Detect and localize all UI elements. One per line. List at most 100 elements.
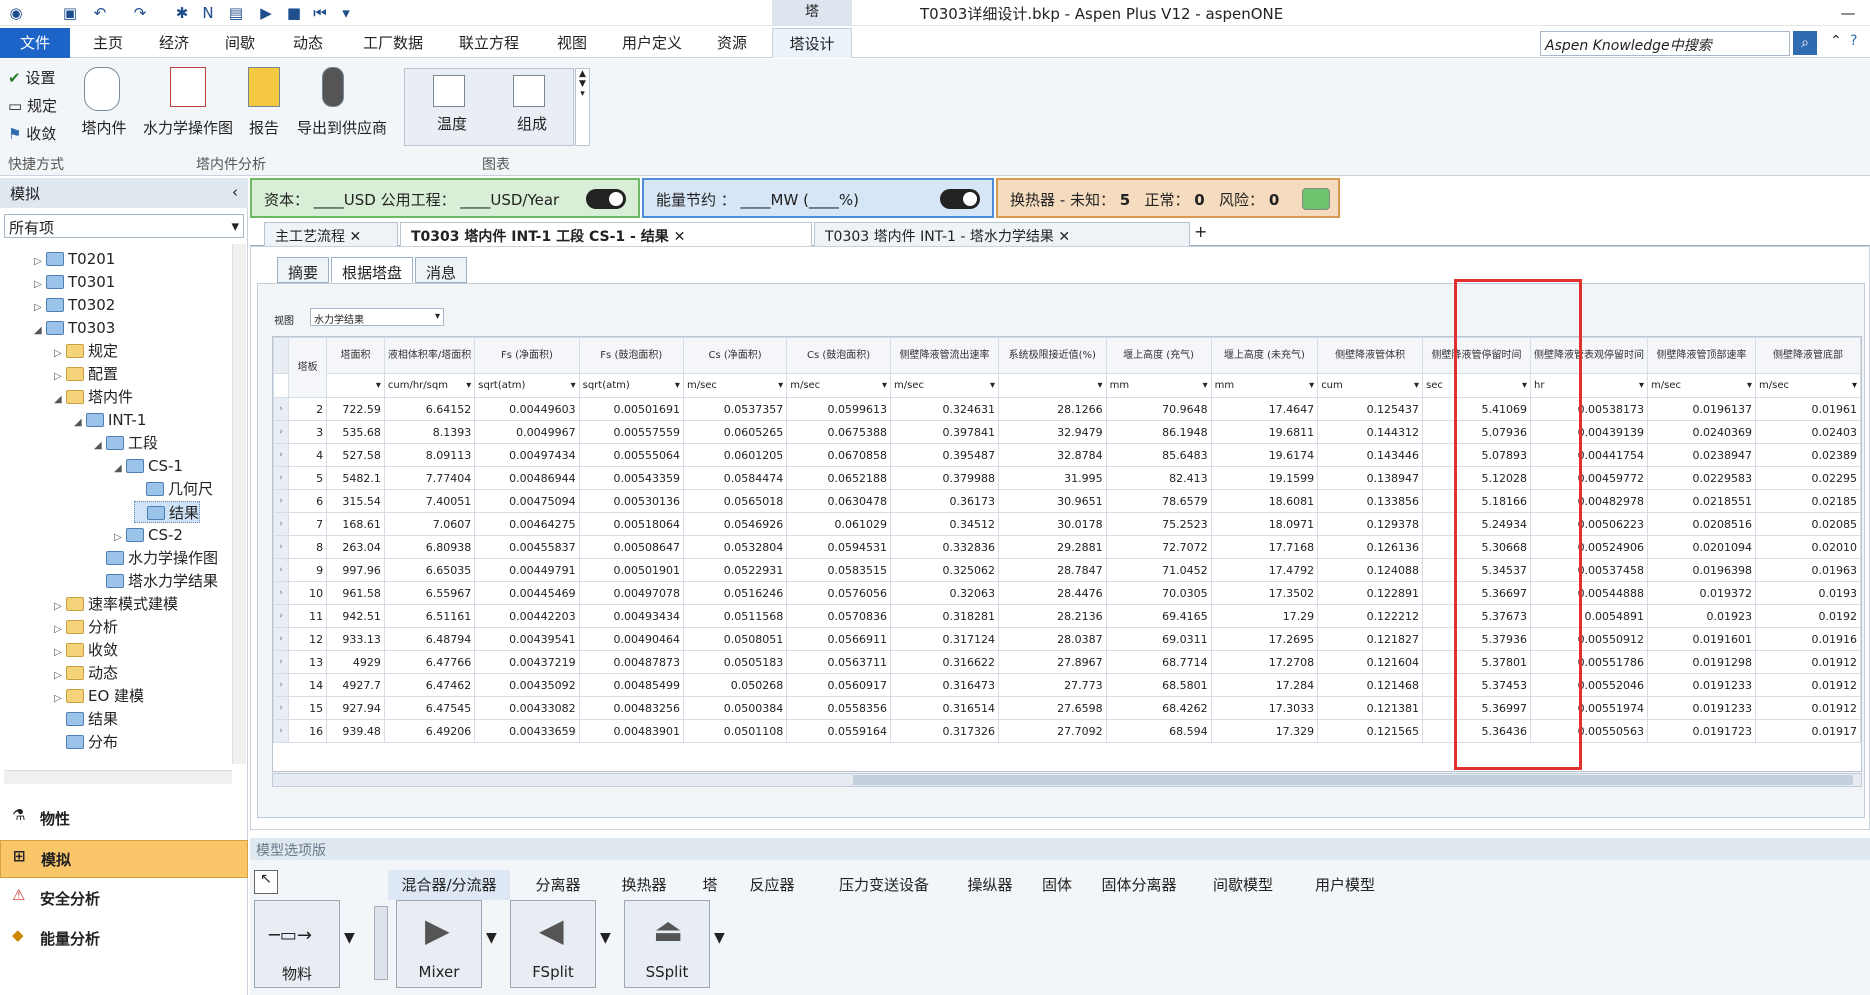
run-icon[interactable]: ▶: [256, 3, 276, 23]
tree-node[interactable]: 结果: [134, 501, 201, 523]
tree-node[interactable]: ▷ EO 建模: [54, 685, 144, 707]
subtab-summary[interactable]: 摘要: [277, 257, 329, 283]
internals-button[interactable]: 塔内件: [80, 65, 128, 147]
composition-plot-button[interactable]: 组成: [497, 73, 567, 143]
menu-file[interactable]: 文件: [0, 28, 70, 58]
nav-energy[interactable]: ◆ 能量分析: [0, 920, 248, 958]
scrollbar-thumb[interactable]: [853, 775, 1853, 785]
expand-toggle-icon[interactable]: ▷: [54, 665, 66, 687]
tab-main-flowsheet[interactable]: 主工艺流程 ✕: [264, 222, 398, 246]
tree-node[interactable]: 分布: [54, 731, 118, 753]
knowledge-search-input[interactable]: Aspen Knowledge中搜索: [1540, 31, 1790, 56]
palette-item-ssplit[interactable]: ⏏ SSplit: [624, 900, 710, 988]
expand-toggle-icon[interactable]: ▷: [34, 251, 46, 273]
converge-button[interactable]: ⚑ 收敛: [8, 123, 56, 144]
expand-toggle-icon[interactable]: ▷: [54, 688, 66, 710]
palette-tab[interactable]: 反应器: [735, 870, 809, 900]
tree-node[interactable]: ▷ T0301: [34, 271, 115, 293]
expand-toggle-icon[interactable]: ▷: [34, 274, 46, 296]
unit-select[interactable]: mm ▾: [1210, 373, 1319, 398]
expand-toggle-icon[interactable]: ▷: [54, 343, 66, 365]
column-header[interactable]: 侧壁降液管体积: [1317, 337, 1424, 374]
row-expand-icon[interactable]: ›: [273, 719, 290, 743]
chevron-down-icon[interactable]: ▼: [344, 930, 355, 946]
column-header[interactable]: Fs (净面积): [474, 337, 580, 374]
economics-toggle[interactable]: [586, 189, 626, 209]
nav-simulation[interactable]: ⊞ 模拟: [0, 840, 248, 878]
unit-select[interactable]: m/sec ▾: [682, 373, 788, 398]
nav-properties[interactable]: ⚗ 物性: [0, 800, 248, 838]
menu-batch[interactable]: 间歇: [212, 28, 268, 58]
expand-toggle-icon[interactable]: ◢: [94, 435, 106, 457]
customize-icon[interactable]: ▾: [336, 3, 356, 23]
tree-node[interactable]: 几何尺: [134, 478, 213, 500]
tree-horizontal-scrollbar[interactable]: [4, 770, 232, 784]
palette-tab[interactable]: 用户模型: [1300, 870, 1390, 900]
expand-toggle-icon[interactable]: ◢: [74, 412, 86, 434]
unit-select[interactable]: ▾: [998, 373, 1107, 398]
column-header[interactable]: 侧壁降液管底部: [1755, 337, 1861, 374]
menu-customize[interactable]: 用户定义: [612, 28, 692, 58]
palette-tab[interactable]: 固体分离器: [1088, 870, 1190, 900]
grid-horizontal-scrollbar[interactable]: [272, 773, 1862, 787]
menu-column-design[interactable]: 塔设计: [772, 28, 852, 58]
view-select[interactable]: 水力学结果 ▾: [310, 308, 444, 326]
unit-select[interactable]: sqrt(atm) ▾: [474, 373, 580, 398]
stage-header[interactable]: 塔板: [288, 337, 328, 398]
close-icon[interactable]: ✕: [674, 229, 686, 245]
tab-hydraulic-results[interactable]: T0303 塔内件 INT-1 - 塔水力学结果 ✕: [814, 222, 1190, 246]
new-tab-icon[interactable]: +: [1194, 222, 1207, 241]
expand-toggle-icon[interactable]: ◢: [34, 320, 46, 342]
palette-scroll-left-icon[interactable]: [374, 906, 388, 980]
palette-tab[interactable]: 换热器: [606, 870, 682, 900]
tree-node[interactable]: ▷ 速率模式建模: [54, 593, 178, 615]
expand-toggle-icon[interactable]: ▷: [54, 366, 66, 388]
row-expand-icon[interactable]: ›: [273, 627, 290, 651]
tree-node[interactable]: ▷ 动态: [54, 662, 118, 684]
row-expand-icon[interactable]: ›: [273, 650, 290, 674]
row-expand-icon[interactable]: ›: [273, 535, 290, 559]
chevron-down-icon[interactable]: ▼: [600, 930, 611, 946]
row-expand-icon[interactable]: ›: [273, 558, 290, 582]
palette-tab[interactable]: 间歇模型: [1198, 870, 1288, 900]
expand-toggle-icon[interactable]: ▷: [54, 619, 66, 641]
energy-toggle[interactable]: [940, 189, 980, 209]
tree-node[interactable]: ▷ 分析: [54, 616, 118, 638]
spec-button[interactable]: ▭ 规定: [8, 95, 57, 116]
menu-view[interactable]: 视图: [542, 28, 602, 58]
control-panel-icon[interactable]: ▤: [226, 3, 246, 23]
palette-item-material[interactable]: ─▭→ 物料: [254, 900, 340, 988]
column-header[interactable]: 塔面积: [326, 337, 385, 374]
expand-toggle-icon[interactable]: ▷: [54, 596, 66, 618]
flowsheet-icon[interactable]: ✱: [172, 3, 192, 23]
navigation-filter-select[interactable]: 所有项 ▾: [4, 214, 244, 238]
column-header[interactable]: Cs (鼓泡面积): [786, 337, 892, 374]
tree-node[interactable]: ◢ 工段: [94, 432, 158, 454]
unit-select[interactable]: mm ▾: [1105, 373, 1212, 398]
palette-item-fsplit[interactable]: ◀ FSplit: [510, 900, 596, 988]
undo-icon[interactable]: ↶: [90, 3, 110, 23]
close-icon[interactable]: ✕: [349, 229, 361, 245]
setup-button[interactable]: ✔ 设置: [8, 67, 55, 88]
subtab-by-tray[interactable]: 根据塔盘: [331, 257, 413, 283]
column-header[interactable]: 堰上高度 (未充气): [1210, 337, 1319, 374]
tree-node[interactable]: ▷ 收敛: [54, 639, 118, 661]
unit-select[interactable]: m/sec ▾: [1755, 373, 1861, 398]
report-button[interactable]: 报告: [244, 65, 284, 147]
unit-select[interactable]: ▾: [326, 373, 385, 398]
chevron-down-icon[interactable]: ▼: [714, 930, 725, 946]
expand-toggle-icon[interactable]: ▷: [54, 642, 66, 664]
reset-icon[interactable]: ⏮: [310, 3, 330, 23]
expand-toggle-icon[interactable]: ▷: [34, 297, 46, 319]
collapse-pane-icon[interactable]: ‹: [232, 183, 238, 201]
palette-item-mixer[interactable]: ▶ Mixer: [396, 900, 482, 988]
palette-tab[interactable]: 塔: [690, 870, 730, 900]
tree-node[interactable]: ▷ T0201: [34, 248, 115, 270]
help-icon[interactable]: ?: [1850, 33, 1857, 49]
column-header[interactable]: 侧壁降液管流出速率: [890, 337, 1000, 374]
unit-select[interactable]: m/sec ▾: [786, 373, 892, 398]
gallery-scroll[interactable]: ▲ ▼ ▾: [575, 68, 590, 146]
unit-select[interactable]: cum ▾: [1317, 373, 1424, 398]
column-header[interactable]: 液相体积率/塔面积: [383, 337, 476, 374]
tree-node[interactable]: 水力学操作图: [94, 547, 218, 569]
